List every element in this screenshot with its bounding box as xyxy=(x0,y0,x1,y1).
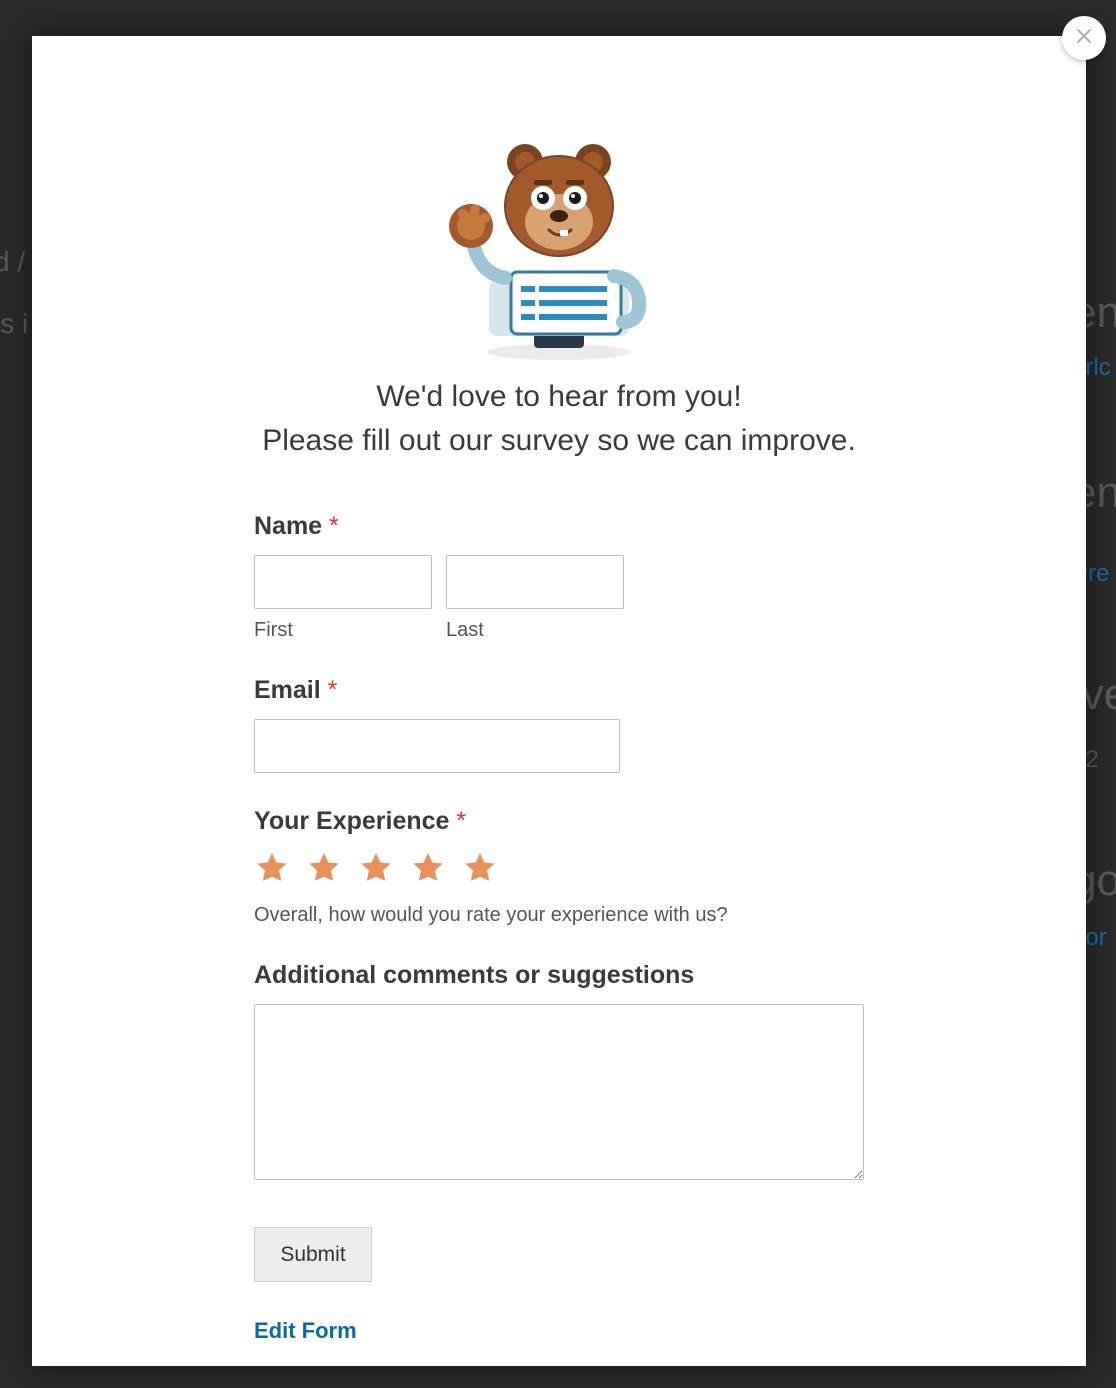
edit-form-link[interactable]: Edit Form xyxy=(254,1318,357,1344)
close-icon xyxy=(1076,28,1092,49)
bg-frag: d / xyxy=(0,246,25,278)
mascot-image xyxy=(429,136,689,361)
star-icon[interactable] xyxy=(358,850,394,886)
star-rating xyxy=(254,850,874,886)
close-button[interactable] xyxy=(1062,16,1106,60)
required-asterisk: * xyxy=(329,512,339,540)
intro-line-1: We'd love to hear from you! xyxy=(376,380,741,413)
field-comments: Additional comments or suggestions xyxy=(254,961,874,1185)
email-label: Email * xyxy=(254,676,874,705)
name-label: Name * xyxy=(254,512,874,541)
email-input[interactable] xyxy=(254,719,620,773)
first-name-input[interactable] xyxy=(254,555,432,609)
star-icon[interactable] xyxy=(462,850,498,886)
survey-modal: We'd love to hear from you! Please fill … xyxy=(32,36,1086,1366)
email-label-text: Email xyxy=(254,676,321,704)
first-name-sublabel: First xyxy=(254,619,432,642)
comments-textarea[interactable] xyxy=(254,1004,864,1180)
star-icon[interactable] xyxy=(254,850,290,886)
comments-label: Additional comments or suggestions xyxy=(254,961,874,990)
star-icon[interactable] xyxy=(410,850,446,886)
experience-hint: Overall, how would you rate your experie… xyxy=(254,904,874,927)
last-name-input[interactable] xyxy=(446,555,624,609)
required-asterisk: * xyxy=(456,807,466,835)
intro-line-2: Please fill out our survey so we can imp… xyxy=(262,424,856,457)
intro-text: We'd love to hear from you! Please fill … xyxy=(72,375,1046,462)
last-name-sublabel: Last xyxy=(446,619,624,642)
field-email: Email * xyxy=(254,676,874,773)
submit-button[interactable]: Submit xyxy=(254,1227,372,1282)
field-experience: Your Experience * Overall, how would you… xyxy=(254,807,874,927)
required-asterisk: * xyxy=(328,676,338,704)
experience-label-text: Your Experience xyxy=(254,807,449,835)
star-icon[interactable] xyxy=(306,850,342,886)
experience-label: Your Experience * xyxy=(254,807,874,836)
name-label-text: Name xyxy=(254,512,322,540)
field-name: Name * First Last xyxy=(254,512,874,642)
bg-frag: is i xyxy=(0,308,28,340)
survey-form: Name * First Last Email * xyxy=(254,512,874,1344)
